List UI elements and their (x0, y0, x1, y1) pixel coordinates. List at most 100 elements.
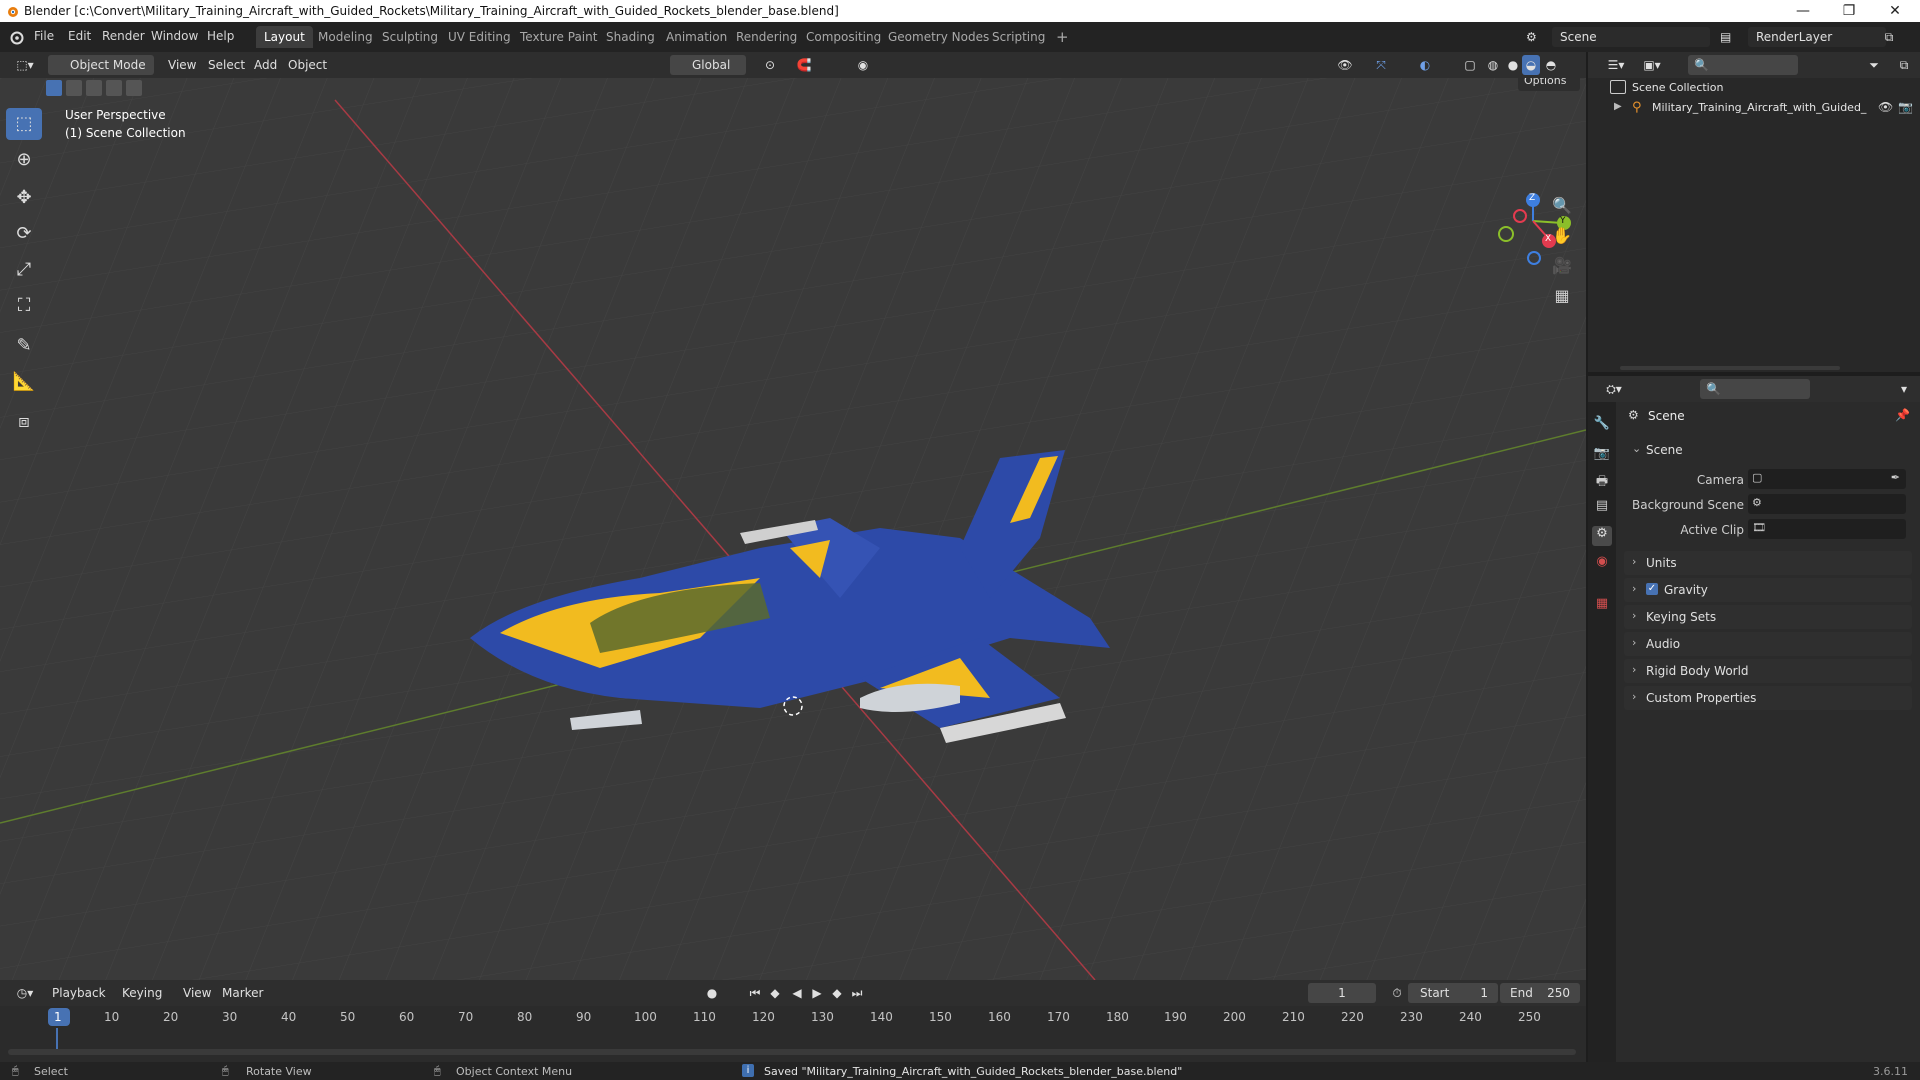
3d-viewport[interactable]: Z Y X User Perspective (1) Scene Collect… (0, 78, 1586, 980)
snap-icon[interactable]: 🧲 (790, 55, 818, 75)
xray-icon[interactable]: ▢ (1460, 55, 1480, 75)
visibility-eye-icon[interactable]: 👁 (1878, 100, 1893, 114)
menu-help[interactable]: Help (207, 29, 234, 43)
tab-geometry-nodes[interactable]: Geometry Nodes (880, 26, 997, 48)
timeline-ruler[interactable]: 1 10 20 30 40 50 60 70 80 90 100 110 120 130 140 150 160… (0, 1006, 1586, 1028)
material-shading-icon[interactable]: ◒ (1522, 55, 1540, 75)
visibility-icon[interactable]: 👁 (1330, 55, 1360, 75)
outliner-root-row[interactable]: Scene Collection (1608, 78, 1908, 98)
gizmo-toggle-icon[interactable]: ⤧ (1366, 55, 1396, 75)
select-invert-icon[interactable] (106, 80, 122, 96)
select-new-icon[interactable] (46, 80, 62, 96)
scene-selector[interactable]: Scene (1552, 27, 1710, 47)
filter-icon[interactable]: ⏷ (1860, 55, 1888, 75)
menu-add[interactable]: Add (254, 55, 277, 75)
menu-marker[interactable]: Marker (222, 983, 263, 1003)
active-clip-field[interactable]: 🎞 (1748, 519, 1906, 539)
panel-scene-header[interactable]: ⌄ Scene (1624, 438, 1912, 462)
annotate-tool-icon[interactable]: ✎ (6, 330, 42, 362)
tab-shading[interactable]: Shading (598, 26, 663, 48)
tab-compositing[interactable]: Compositing (798, 26, 889, 48)
pan-hand-icon[interactable]: ✋ (1549, 223, 1575, 249)
render-tab-icon[interactable]: 📷 (1592, 446, 1612, 466)
menu-keying[interactable]: Keying (122, 983, 162, 1003)
measure-tool-icon[interactable]: 📐 (6, 366, 42, 398)
select-intersect-icon[interactable] (126, 80, 142, 96)
tab-animation[interactable]: Animation (658, 26, 735, 48)
overlay-toggle-icon[interactable]: ◐ (1410, 55, 1440, 75)
outliner-editor-type-icon[interactable]: ☰▾ (1602, 55, 1630, 75)
solid-shading-icon[interactable]: ● (1504, 55, 1522, 75)
current-frame-field[interactable]: 1 (1308, 983, 1376, 1003)
next-keyframe-icon[interactable]: ◆ (828, 983, 846, 1003)
menu-select[interactable]: Select (208, 55, 245, 75)
panel-custom-properties[interactable]: › Custom Properties (1624, 686, 1912, 710)
camera-field[interactable]: ▢ ✒ (1748, 469, 1906, 489)
transform-orientation-dropdown[interactable]: Global (670, 55, 746, 75)
play-reverse-icon[interactable]: ◀ (788, 983, 806, 1003)
prev-keyframe-icon[interactable]: ◆ (766, 983, 784, 1003)
menu-render[interactable]: Render (102, 29, 145, 43)
panel-gravity[interactable]: › ✓ Gravity (1624, 578, 1912, 602)
menu-window[interactable]: Window (151, 29, 198, 43)
jump-start-icon[interactable]: ⏮ (746, 983, 764, 1003)
tab-layout[interactable]: Layout (256, 26, 313, 48)
panel-units[interactable]: › Units (1624, 551, 1912, 575)
move-tool-icon[interactable]: ✥ (6, 182, 42, 214)
output-tab-icon[interactable]: 🖶 (1592, 472, 1612, 492)
menu-playback[interactable]: Playback (52, 983, 106, 1003)
properties-search-input[interactable]: 🔍 (1700, 379, 1810, 399)
render-camera-icon[interactable]: 📷 (1898, 100, 1913, 114)
panel-audio[interactable]: › Audio (1624, 632, 1912, 656)
start-frame-field[interactable]: Start 1 (1408, 983, 1498, 1003)
rendered-shading-icon[interactable]: ◓ (1542, 55, 1560, 75)
panel-rigid-body-world[interactable]: › Rigid Body World (1624, 659, 1912, 683)
add-cube-tool-icon[interactable]: ⧈ (6, 406, 42, 438)
tab-uv-editing[interactable]: UV Editing (440, 26, 519, 48)
wireframe-shading-icon[interactable]: ◍ (1484, 55, 1502, 75)
properties-editor-type-icon[interactable]: ⛭▾ (1600, 379, 1628, 399)
tab-scripting[interactable]: Scripting (984, 26, 1053, 48)
eyedropper-icon[interactable]: ✒ (1891, 471, 1900, 484)
menu-object[interactable]: Object (288, 55, 327, 75)
renderlayer-selector[interactable]: RenderLayer (1748, 27, 1886, 47)
menu-edit[interactable]: Edit (68, 29, 91, 43)
preview-range-icon[interactable]: ⏱ (1388, 983, 1406, 1003)
background-scene-field[interactable]: ⚙ (1748, 494, 1906, 514)
minimize-button[interactable]: — (1780, 0, 1826, 22)
record-icon[interactable]: ● (702, 983, 722, 1003)
play-icon[interactable]: ▶ (808, 983, 826, 1003)
tab-rendering[interactable]: Rendering (728, 26, 805, 48)
tab-sculpting[interactable]: Sculpting (374, 26, 446, 48)
gravity-checkbox[interactable]: ✓ (1646, 583, 1658, 595)
add-renderlayer-icon[interactable]: ⧉ (1880, 27, 1898, 47)
timeline-editor-type-icon[interactable]: ◷▾ (10, 983, 40, 1003)
cursor-tool-icon[interactable]: ⊕ (6, 144, 42, 176)
options-dropdown[interactable]: Options (1518, 78, 1580, 91)
select-extend-icon[interactable] (66, 80, 82, 96)
ortho-grid-icon[interactable]: ▦ (1549, 283, 1575, 309)
menu-timeline-view[interactable]: View (183, 983, 211, 1003)
outliner-search-input[interactable]: 🔍 (1688, 55, 1798, 75)
outliner-scrollbar[interactable] (1620, 366, 1840, 370)
select-subtract-icon[interactable] (86, 80, 102, 96)
menu-view[interactable]: View (168, 55, 196, 75)
scene-tab-icon[interactable]: ⚙ (1592, 526, 1612, 546)
camera-view-icon[interactable]: 🎥 (1549, 253, 1575, 279)
close-button[interactable]: ✕ (1872, 0, 1918, 22)
maximize-button[interactable]: ❐ (1826, 0, 1872, 22)
pin-icon[interactable]: 📌 (1895, 408, 1910, 422)
expand-chevron-icon[interactable]: ▶ (1614, 101, 1622, 112)
view-layer-tab-icon[interactable]: ▤ (1592, 498, 1612, 518)
new-collection-icon[interactable]: ⧉ (1894, 55, 1914, 75)
proportional-edit-icon[interactable]: ◉ (852, 55, 874, 75)
properties-options-icon[interactable]: ▾ (1896, 379, 1912, 399)
timeline-scrollbar[interactable] (8, 1049, 1576, 1055)
blender-menu-icon[interactable] (8, 29, 24, 45)
jump-end-icon[interactable]: ⏭ (848, 983, 866, 1003)
outliner-item-row[interactable]: ▶ ⚲ Military_Training_Aircraft_with_Guid… (1608, 98, 1913, 118)
rotate-tool-icon[interactable]: ⟳ (6, 218, 42, 250)
scale-tool-icon[interactable]: ⤢ (6, 254, 42, 286)
tab-modeling[interactable]: Modeling (310, 26, 381, 48)
panel-keying-sets[interactable]: › Keying Sets (1624, 605, 1912, 629)
